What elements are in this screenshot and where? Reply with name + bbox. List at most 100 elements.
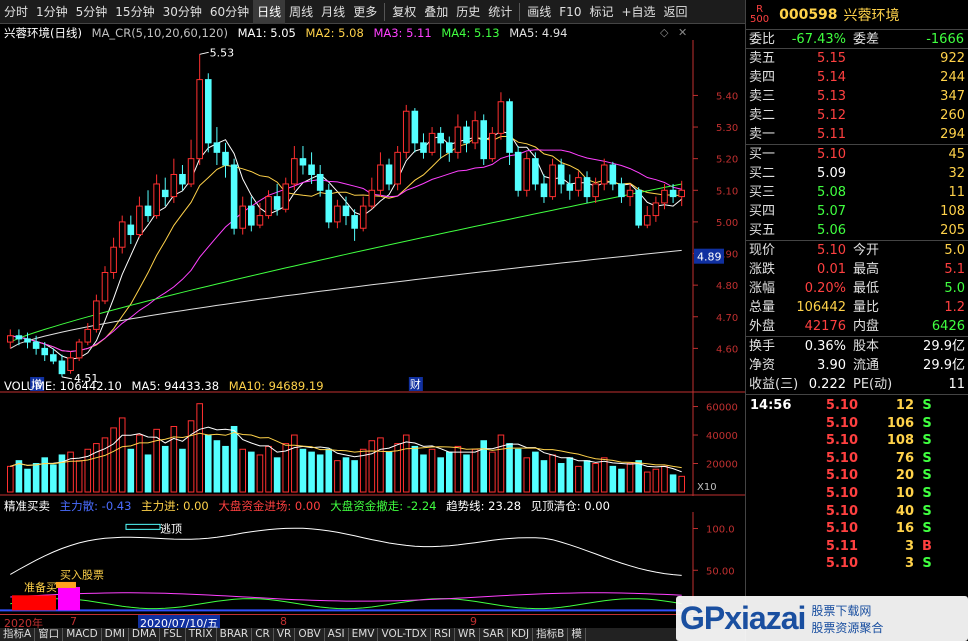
bid-level-price: 5.09 xyxy=(817,166,846,181)
candle-body xyxy=(136,205,143,236)
bottom-tab-14[interactable]: RSI xyxy=(431,628,455,641)
stat-row: 总量 106442 量比 1.2 xyxy=(746,298,968,317)
indicator-name[interactable]: 精准买卖 xyxy=(4,499,50,513)
toolbar-item-6[interactable]: 日线 xyxy=(253,0,286,24)
candle-body xyxy=(299,158,307,166)
tick-time xyxy=(746,485,790,503)
tick-volume: 76 xyxy=(895,450,914,466)
bottom-tab-0[interactable]: 指标A xyxy=(0,628,36,641)
toolbar-item-16[interactable]: 标记 xyxy=(585,0,617,24)
stat-value: 106442 xyxy=(796,300,846,315)
tick-row: 5.11 3 B xyxy=(746,538,968,556)
candle-body xyxy=(402,110,410,153)
ask-book: 卖五 5.15 922 卖四 5.14 244 卖三 5.13 347 卖二 5.12 260 卖一 5.… xyxy=(746,49,968,145)
bottom-tab-12[interactable]: EMV xyxy=(349,628,379,641)
buy-signal-cap xyxy=(56,581,76,588)
bottom-tab-11[interactable]: ASI xyxy=(325,628,349,641)
toolbar-item-3[interactable]: 15分钟 xyxy=(111,0,158,24)
tick-volume: 40 xyxy=(895,503,914,519)
volume-bar xyxy=(256,454,264,493)
toolbar-item-13[interactable]: 统计 xyxy=(484,0,516,24)
toolbar-item-1[interactable]: 1分钟 xyxy=(32,0,72,24)
toolbar-item-10[interactable]: 复权 xyxy=(388,0,420,24)
toolbar-item-18[interactable]: 返回 xyxy=(660,0,692,24)
bid-level-row: 买三 5.08 11 xyxy=(746,183,968,202)
stat-label: 涨跌 xyxy=(749,262,776,277)
candle-body xyxy=(101,271,109,302)
stat-label-2: 股本 xyxy=(853,339,880,354)
bottom-tab-2[interactable]: MACD xyxy=(63,628,102,641)
candle-body xyxy=(437,132,444,144)
volume-bar xyxy=(127,448,135,493)
stat-row: 收益(三) 0.222 PE(动) 11 xyxy=(746,375,968,394)
candle-body xyxy=(265,196,272,217)
bid-level-price: 5.07 xyxy=(817,204,846,219)
volume-bar xyxy=(514,448,522,493)
bottom-tab-8[interactable]: CR xyxy=(252,628,274,641)
toolbar-item-17[interactable]: +自选 xyxy=(617,0,659,24)
toolbar-item-8[interactable]: 月线 xyxy=(317,0,349,24)
close-icon[interactable]: ✕ xyxy=(678,26,687,39)
toolbar-item-11[interactable]: 叠加 xyxy=(420,0,452,24)
tick-row: 5.10 3 S xyxy=(746,555,968,573)
toolbar-item-14[interactable]: 画线 xyxy=(523,0,555,24)
ask-level-label: 卖二 xyxy=(749,108,776,123)
ma2-value: MA2: 5.08 xyxy=(305,26,364,40)
tick-price: 5.11 xyxy=(825,538,858,554)
ask-level-label: 卖一 xyxy=(749,127,776,142)
toolbar-item-0[interactable]: 分时 xyxy=(0,0,32,24)
stat-value: 3.90 xyxy=(817,358,846,373)
volume-value: VOLUME: 106442.10 xyxy=(4,379,122,393)
tick-price: 5.10 xyxy=(825,485,858,501)
ask-level-price: 5.15 xyxy=(817,51,846,66)
volume-chart[interactable]: 60000 40000 20000 X10 xyxy=(0,392,745,496)
pin-icon[interactable]: ◇ xyxy=(660,26,668,39)
bid-level-price: 5.08 xyxy=(817,185,846,200)
volume-bar xyxy=(308,451,315,493)
toolbar-item-2[interactable]: 5分钟 xyxy=(72,0,112,24)
tick-row: 5.10 108 S xyxy=(746,432,968,450)
bottom-tab-17[interactable]: KDJ xyxy=(508,628,534,641)
ma-indicator-name[interactable]: MA_CR(5,10,20,60,120) xyxy=(92,26,228,40)
bottom-tab-13[interactable]: VOL-TDX xyxy=(378,628,431,641)
stock-code: 000598 xyxy=(779,6,838,23)
volume-bar xyxy=(170,425,178,493)
toolbar-item-12[interactable]: 历史 xyxy=(452,0,484,24)
kline-chart[interactable]: 5.405.305.205.105.004.904.804.704.604.89… xyxy=(0,40,745,393)
bottom-tab-19[interactable]: 模 xyxy=(568,628,586,641)
toolbar-item-7[interactable]: 周线 xyxy=(285,0,317,24)
toolbar-item-4[interactable]: 30分钟 xyxy=(159,0,206,24)
volume-bar xyxy=(24,468,31,493)
chart-region: 兴蓉环境(日线) MA_CR(5,10,20,60,120) MA1: 5.05… xyxy=(0,24,745,641)
bottom-tab-15[interactable]: WR xyxy=(455,628,480,641)
bottom-tab-1[interactable]: 窗口 xyxy=(35,628,64,641)
tick-volume: 3 xyxy=(904,556,914,572)
volume-bar xyxy=(635,460,642,493)
toolbar-item-15[interactable]: F10 xyxy=(555,0,585,24)
bottom-tab-10[interactable]: OBV xyxy=(295,628,325,641)
bottom-tab-6[interactable]: TRIX xyxy=(186,628,217,641)
stat-row: 外盘 42176 内盘 6426 xyxy=(746,317,968,336)
candle-body xyxy=(213,142,221,153)
candle-body xyxy=(661,189,668,204)
bottom-tab-16[interactable]: SAR xyxy=(480,628,509,641)
bottom-tab-7[interactable]: BRAR xyxy=(217,628,253,641)
ask-level-volume: 294 xyxy=(940,127,965,142)
toolbar-item-5[interactable]: 60分钟 xyxy=(206,0,253,24)
bottom-tab-3[interactable]: DMI xyxy=(102,628,129,641)
ask-level-volume: 244 xyxy=(940,70,965,85)
indicator-chart[interactable]: 100.0 50.00 准备买买入股票 逃顶 xyxy=(0,512,745,614)
toolbar-item-9[interactable]: 更多 xyxy=(349,0,381,24)
bottom-tab-4[interactable]: DMA xyxy=(129,628,161,641)
watermark-brand: GPxiazai xyxy=(676,600,806,637)
bottom-tab-18[interactable]: 指标B xyxy=(533,628,569,641)
candle-body xyxy=(32,341,40,349)
bottom-tab-9[interactable]: VR xyxy=(274,628,296,641)
tick-row: 5.10 20 S xyxy=(746,467,968,485)
stat-label-2: 今开 xyxy=(853,243,880,258)
quote-stats-2: 换手 0.36% 股本 29.9亿 净资 3.90 流通 29.9亿 收益(三) 0.222 PE(… xyxy=(746,337,968,395)
ask-level-price: 5.12 xyxy=(817,108,846,123)
big-out-value: 大盘资金撤走: -2.24 xyxy=(330,499,437,513)
bottom-tab-5[interactable]: FSL xyxy=(160,628,186,641)
volume-bar xyxy=(669,474,677,493)
